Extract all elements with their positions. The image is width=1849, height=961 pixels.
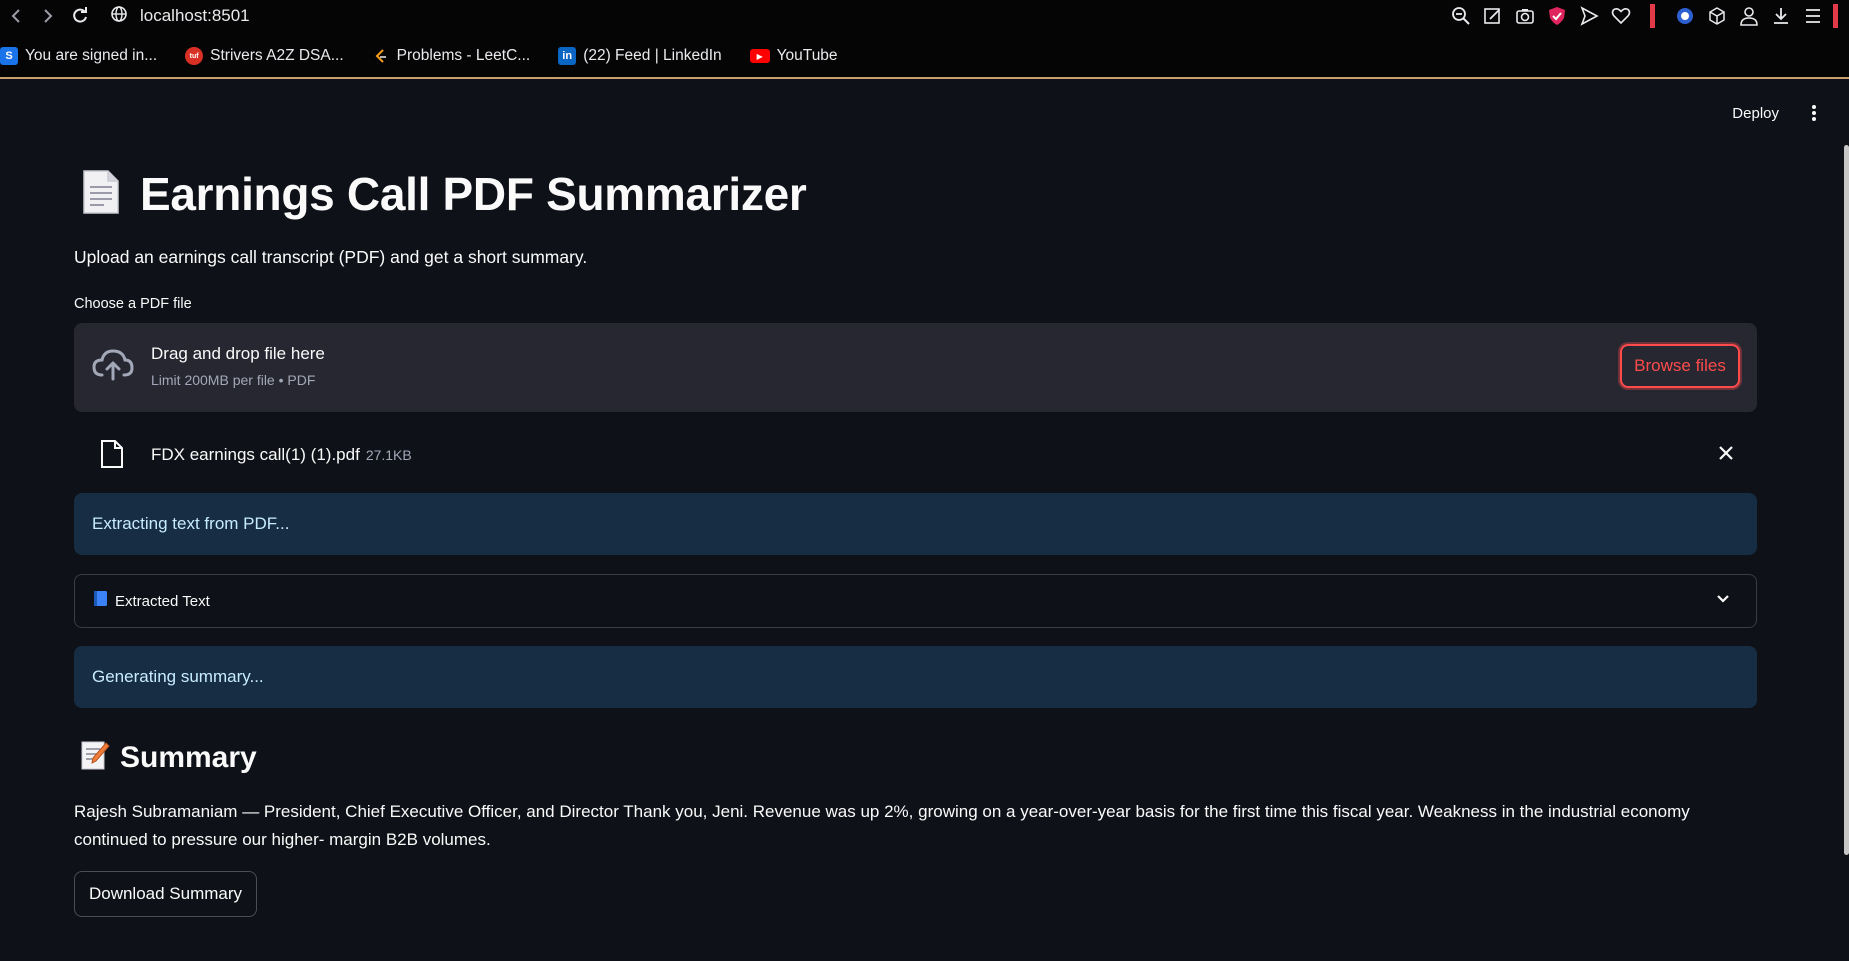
profile-icon[interactable] xyxy=(1733,0,1765,32)
bookmark-item[interactable]: S You are signed in... xyxy=(0,42,157,70)
youtube-icon: ▶ xyxy=(749,49,770,63)
more-options-icon[interactable] xyxy=(1809,101,1819,125)
extension-logo-icon[interactable] xyxy=(1669,0,1701,32)
extracting-status: Extracting text from PDF... xyxy=(74,493,1757,555)
uploaded-file-row: FDX earnings call(1) (1).pdf 27.1KB xyxy=(74,429,1757,479)
generating-status-text: Generating summary... xyxy=(92,667,264,686)
bookmark-label: Strivers A2Z DSA... xyxy=(210,47,344,64)
memo-icon xyxy=(80,739,110,776)
file-dropzone[interactable]: Drag and drop file here Limit 200MB per … xyxy=(74,323,1757,412)
forward-icon[interactable] xyxy=(32,0,64,32)
dropzone-title: Drag and drop file here xyxy=(151,344,325,363)
file-name: FDX earnings call(1) (1).pdf 27.1KB xyxy=(151,445,412,465)
zoom-out-icon[interactable] xyxy=(1445,0,1477,32)
heart-icon[interactable] xyxy=(1605,0,1637,32)
bookmark-item[interactable]: in (22) Feed | LinkedIn xyxy=(558,42,722,70)
page-subtitle: Upload an earnings call transcript (PDF)… xyxy=(74,247,588,267)
edit-icon[interactable] xyxy=(1477,0,1509,32)
summary-heading: Summary xyxy=(120,740,257,774)
blue-book-icon xyxy=(93,590,109,612)
remove-file-icon[interactable] xyxy=(1715,443,1737,465)
download-icon[interactable] xyxy=(1765,0,1797,32)
extracted-text-expander[interactable]: Extracted Text xyxy=(74,574,1757,628)
document-icon xyxy=(82,169,120,220)
leetcode-icon xyxy=(372,47,390,65)
camera-icon[interactable] xyxy=(1509,0,1541,32)
reload-icon[interactable] xyxy=(64,0,96,32)
red-bar-icon xyxy=(1829,0,1843,32)
chevron-down-icon[interactable] xyxy=(1716,591,1730,609)
bookmark-item[interactable]: Problems - LeetC... xyxy=(372,42,531,70)
deploy-button[interactable]: Deploy xyxy=(1732,105,1779,122)
extracting-status-text: Extracting text from PDF... xyxy=(92,514,290,533)
bookmark-item[interactable]: ▶ YouTube xyxy=(749,42,838,70)
bookmarks-bar: S You are signed in... tuf Strivers A2Z … xyxy=(0,40,866,72)
s-logo-icon: S xyxy=(0,47,18,65)
uploader-label: Choose a PDF file xyxy=(74,296,192,312)
url-text: localhost:8501 xyxy=(140,6,250,25)
red-bar-icon xyxy=(1637,0,1669,32)
file-icon xyxy=(100,439,124,474)
bookmark-label: (22) Feed | LinkedIn xyxy=(583,47,722,64)
streamlit-app: Deploy Earnings Call PDF Summarizer Uplo… xyxy=(0,81,1849,961)
page-title-row: Earnings Call PDF Summarizer xyxy=(82,167,807,221)
linkedin-icon: in xyxy=(558,47,577,65)
tuf-logo-icon: tuf xyxy=(185,47,204,65)
scrollbar[interactable] xyxy=(1844,145,1849,855)
shield-icon[interactable] xyxy=(1541,0,1573,32)
browser-chrome: localhost:8501 S You are signed in... tu… xyxy=(0,0,1849,79)
send-icon[interactable] xyxy=(1573,0,1605,32)
bookmark-label: Problems - LeetC... xyxy=(396,47,531,64)
download-summary-button[interactable]: Download Summary xyxy=(74,871,257,917)
file-name-text: FDX earnings call(1) (1).pdf xyxy=(151,445,360,464)
browser-toolbar: localhost:8501 xyxy=(0,0,1849,32)
bookmark-label: You are signed in... xyxy=(25,47,158,64)
extension-icons xyxy=(1445,0,1843,32)
cloud-upload-icon xyxy=(92,347,134,388)
bookmark-label: YouTube xyxy=(776,47,838,64)
file-size: 27.1KB xyxy=(365,447,412,463)
page-title: Earnings Call PDF Summarizer xyxy=(140,168,807,220)
generating-status: Generating summary... xyxy=(74,646,1757,708)
expander-label: Extracted Text xyxy=(115,592,210,610)
summary-heading-row: Summary xyxy=(80,739,257,776)
cube-icon[interactable] xyxy=(1701,0,1733,32)
address-bar[interactable]: localhost:8501 xyxy=(110,2,250,30)
bookmark-item[interactable]: tuf Strivers A2Z DSA... xyxy=(185,42,344,70)
browse-files-button[interactable]: Browse files xyxy=(1620,344,1740,388)
back-icon[interactable] xyxy=(0,0,32,32)
dropzone-limit-text: Limit 200MB per file • PDF xyxy=(151,372,316,388)
summary-text: Rajesh Subramaniam — President, Chief Ex… xyxy=(74,802,1690,849)
menu-icon[interactable] xyxy=(1797,0,1829,32)
globe-icon xyxy=(110,5,128,28)
